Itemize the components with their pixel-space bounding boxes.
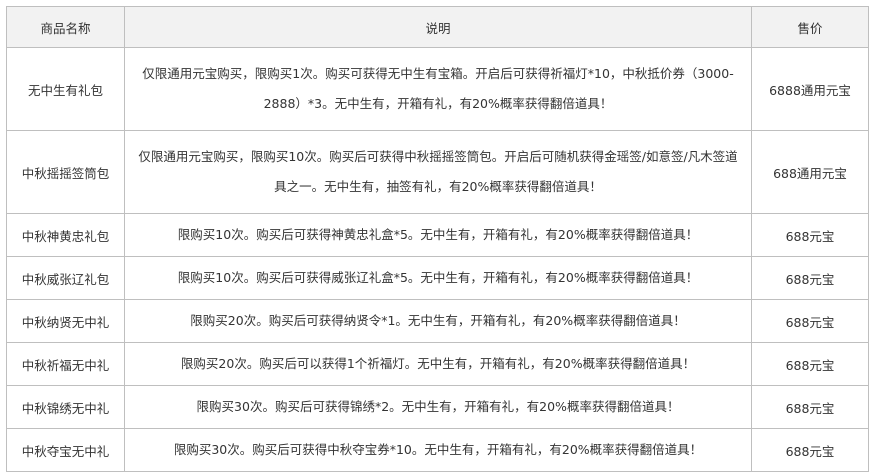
- row-price: 688元宝: [751, 299, 869, 343]
- table-header: 商品名称 说明 售价: [6, 6, 869, 48]
- table-row: 中秋威张辽礼包 限购买10次。购买后可获得威张辽礼盒*5。无中生有，开箱有礼，有…: [6, 256, 869, 300]
- row-price: 688元宝: [751, 428, 869, 472]
- row-name: 中秋摇摇签筒包: [6, 130, 125, 214]
- table-row: 无中生有礼包 仅限通用元宝购买，限购买1次。购买可获得无中生有宝箱。开启后可获得…: [6, 47, 869, 131]
- row-name: 中秋锦绣无中礼: [6, 385, 125, 429]
- header-price: 售价: [751, 6, 869, 48]
- table-row: 中秋摇摇签筒包 仅限通用元宝购买，限购买10次。购买后可获得中秋摇摇签筒包。开启…: [6, 130, 869, 214]
- row-name: 中秋神黄忠礼包: [6, 213, 125, 257]
- row-price: 688元宝: [751, 342, 869, 386]
- row-desc: 限购买30次。购买后可获得锦绣*2。无中生有，开箱有礼，有20%概率获得翻倍道具…: [124, 385, 752, 429]
- table-row: 中秋神黄忠礼包 限购买10次。购买后可获得神黄忠礼盒*5。无中生有，开箱有礼，有…: [6, 213, 869, 257]
- row-desc: 仅限通用元宝购买，限购买1次。购买可获得无中生有宝箱。开启后可获得祈福灯*10，…: [124, 47, 752, 131]
- row-desc: 限购买10次。购买后可获得神黄忠礼盒*5。无中生有，开箱有礼，有20%概率获得翻…: [124, 213, 752, 257]
- header-desc: 说明: [124, 6, 752, 48]
- table-row: 中秋锦绣无中礼 限购买30次。购买后可获得锦绣*2。无中生有，开箱有礼，有20%…: [6, 385, 869, 429]
- row-desc: 限购买30次。购买后可获得中秋夺宝券*10。无中生有，开箱有礼，有20%概率获得…: [124, 428, 752, 472]
- page-container: 商品名称 说明 售价 无中生有礼包 仅限通用元宝购买，限购买1次。购买可获得无中…: [0, 0, 875, 472]
- row-desc: 仅限通用元宝购买，限购买10次。购买后可获得中秋摇摇签筒包。开启后可随机获得金瑶…: [124, 130, 752, 214]
- table-body: 无中生有礼包 仅限通用元宝购买，限购买1次。购买可获得无中生有宝箱。开启后可获得…: [6, 47, 869, 472]
- row-desc: 限购买10次。购买后可获得威张辽礼盒*5。无中生有，开箱有礼，有20%概率获得翻…: [124, 256, 752, 300]
- row-name: 中秋威张辽礼包: [6, 256, 125, 300]
- row-price: 688通用元宝: [751, 130, 869, 214]
- header-row: 商品名称 说明 售价: [6, 6, 869, 48]
- table-row: 中秋祈福无中礼 限购买20次。购买后可以获得1个祈福灯。无中生有，开箱有礼，有2…: [6, 342, 869, 386]
- row-name: 无中生有礼包: [6, 47, 125, 131]
- goods-table: 商品名称 说明 售价 无中生有礼包 仅限通用元宝购买，限购买1次。购买可获得无中…: [6, 6, 869, 472]
- row-desc: 限购买20次。购买后可以获得1个祈福灯。无中生有，开箱有礼，有20%概率获得翻倍…: [124, 342, 752, 386]
- row-name: 中秋祈福无中礼: [6, 342, 125, 386]
- row-name: 中秋纳贤无中礼: [6, 299, 125, 343]
- row-price: 688元宝: [751, 213, 869, 257]
- header-name: 商品名称: [6, 6, 125, 48]
- row-desc: 限购买20次。购买后可获得纳贤令*1。无中生有，开箱有礼，有20%概率获得翻倍道…: [124, 299, 752, 343]
- table-row: 中秋夺宝无中礼 限购买30次。购买后可获得中秋夺宝券*10。无中生有，开箱有礼，…: [6, 428, 869, 472]
- row-price: 688元宝: [751, 385, 869, 429]
- table-row: 中秋纳贤无中礼 限购买20次。购买后可获得纳贤令*1。无中生有，开箱有礼，有20…: [6, 299, 869, 343]
- row-name: 中秋夺宝无中礼: [6, 428, 125, 472]
- row-price: 6888通用元宝: [751, 47, 869, 131]
- row-price: 688元宝: [751, 256, 869, 300]
